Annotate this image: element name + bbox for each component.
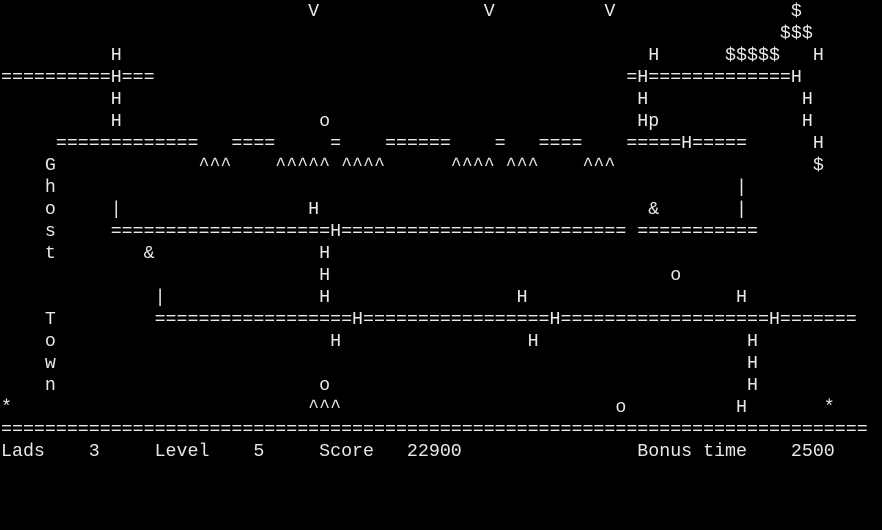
- playfield-row: ============= ==== = ====== = ==== =====…: [1, 134, 824, 154]
- playfield-row: ==========H=== =H=============H: [1, 68, 802, 88]
- playfield-row: o | H & |: [1, 200, 747, 220]
- playfield-row: $$$: [1, 24, 813, 44]
- playfield-row: n o H: [1, 376, 758, 396]
- playfield-row: w H: [1, 354, 758, 374]
- game-screen[interactable]: V V V $ $$$ H H $$$$$ H ==========H=== =…: [0, 0, 882, 530]
- playfield-row: h |: [1, 178, 747, 198]
- playfield-row: s ====================H=================…: [1, 222, 758, 242]
- playfield-row: ========================================…: [1, 420, 868, 440]
- playfield-row: H o Hp H: [1, 112, 813, 132]
- playfield-row: H H $$$$$ H: [1, 46, 824, 66]
- playfield-row: G ^^^ ^^^^^ ^^^^ ^^^^ ^^^ ^^^ $: [1, 156, 824, 176]
- playfield-row: H o: [1, 266, 682, 286]
- playfield-row: T ==================H=================H=…: [1, 310, 857, 330]
- playfield-row: V V V $: [1, 2, 802, 22]
- playfield-row: | H H H: [1, 288, 747, 308]
- playfield-row: t & H: [1, 244, 331, 264]
- playfield-row: H H H: [1, 90, 813, 110]
- playfield-row: * ^^^ o H *: [1, 398, 835, 418]
- status-line: Lads 3 Level 5 Score 22900 Bonus time 25…: [1, 442, 835, 462]
- playfield-row: o H H H: [1, 332, 758, 352]
